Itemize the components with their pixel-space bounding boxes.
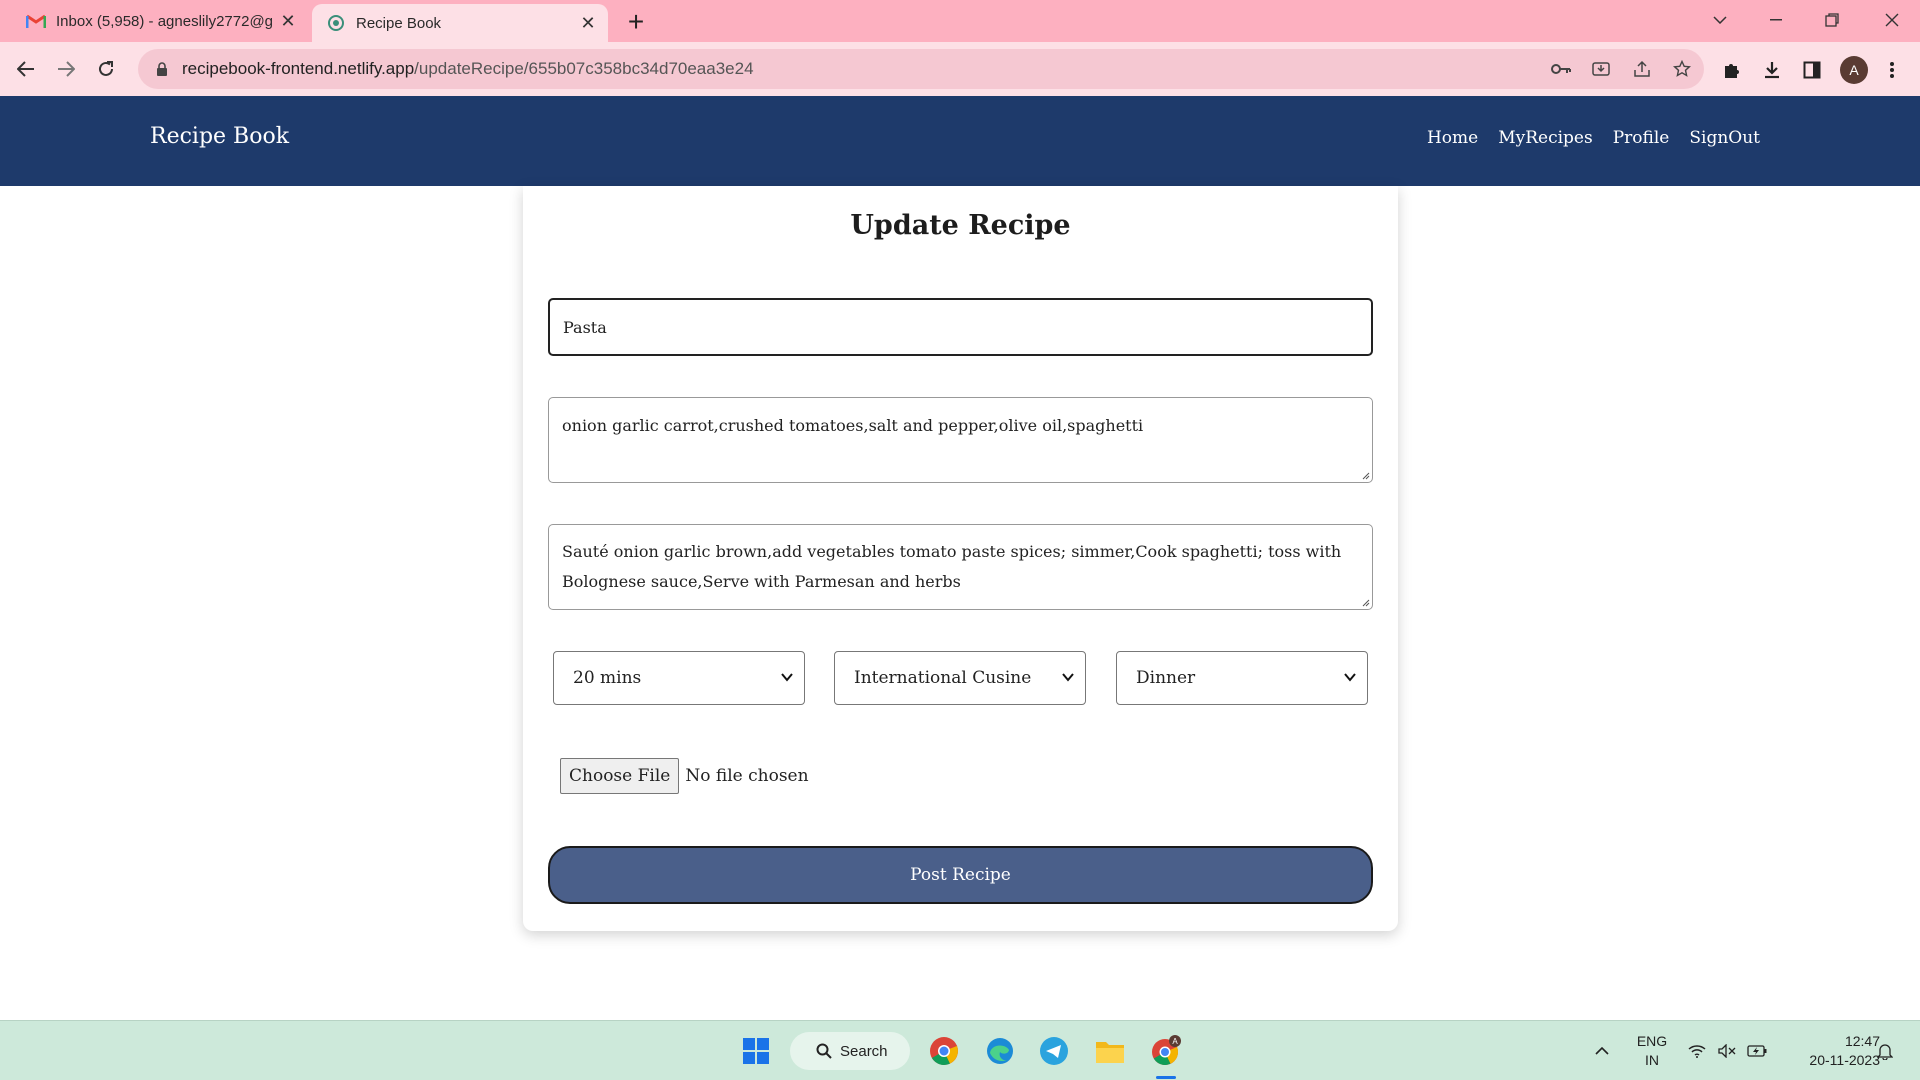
show-hidden-icons-chevron-icon[interactable] <box>1590 1021 1614 1080</box>
region-code: IN <box>1645 1052 1659 1068</box>
back-arrow-icon[interactable] <box>8 51 44 87</box>
cooking-time-select[interactable]: 20 mins <box>553 651 805 705</box>
tab-title: Recipe Book <box>356 14 442 32</box>
taskbar-search[interactable]: Search <box>790 1032 910 1070</box>
brand-logo-text[interactable]: Recipe Book <box>150 124 289 149</box>
language-indicator[interactable]: ENG IN <box>1632 1032 1672 1070</box>
clock-date: 20-11-2023 <box>1809 1052 1880 1068</box>
close-window-icon[interactable] <box>1866 0 1918 40</box>
clock-time: 12:47 <box>1844 1033 1880 1049</box>
tab-title: Inbox (5,958) - agneslily2772@g <box>56 12 274 30</box>
windows-start-icon[interactable] <box>736 1031 776 1071</box>
forward-arrow-icon[interactable] <box>48 51 84 87</box>
browser-tab-bar: Inbox (5,958) - agneslily2772@g ✕ Recipe… <box>0 0 1920 42</box>
lock-icon[interactable] <box>154 61 170 77</box>
meal-type-select[interactable]: Dinner <box>1116 651 1368 705</box>
new-tab-icon[interactable]: + <box>620 6 652 38</box>
browser-toolbar: recipebook-frontend.netlify.app/updateRe… <box>0 42 1920 96</box>
meal-type-value: Dinner <box>1136 668 1196 688</box>
share-icon[interactable] <box>1631 58 1653 80</box>
telegram-icon[interactable] <box>1034 1031 1074 1071</box>
chevron-down-icon <box>781 673 793 682</box>
close-icon[interactable]: ✕ <box>576 11 600 35</box>
install-app-icon[interactable] <box>1590 58 1612 80</box>
tab-search-chevron-icon[interactable] <box>1694 0 1746 40</box>
nav-links: Home MyRecipes Profile SignOut <box>1427 128 1760 148</box>
resize-grip-icon[interactable] <box>1360 597 1370 607</box>
language-code: ENG <box>1636 1033 1668 1049</box>
svg-text:A: A <box>1172 1037 1178 1046</box>
nav-link-myrecipes[interactable]: MyRecipes <box>1498 128 1593 148</box>
url-text: recipebook-frontend.netlify.app/updateRe… <box>182 59 754 78</box>
netlify-site-icon <box>326 13 346 33</box>
edge-icon[interactable] <box>980 1031 1020 1071</box>
image-file-input: Choose File No file chosen <box>560 758 809 794</box>
cuisine-select[interactable]: International Cusine <box>834 651 1086 705</box>
file-explorer-icon[interactable] <box>1090 1031 1130 1071</box>
steps-text: Sauté onion garlic brown,add vegetables … <box>562 542 1342 591</box>
choose-file-button[interactable]: Choose File <box>560 758 680 794</box>
close-icon[interactable]: ✕ <box>276 9 300 33</box>
chevron-down-icon <box>1344 673 1356 682</box>
file-status-text: No file chosen <box>685 766 809 786</box>
ingredients-textarea[interactable]: onion garlic carrot,crushed tomatoes,sal… <box>548 397 1373 483</box>
notification-bell-icon[interactable] <box>1874 1021 1896 1080</box>
system-clock[interactable]: 12:47 20-11-2023 <box>1780 1032 1880 1070</box>
app-navbar: Recipe Book Home MyRecipes Profile SignO… <box>0 96 1920 186</box>
bookmark-star-icon[interactable] <box>1671 58 1693 80</box>
wifi-icon[interactable] <box>1686 1021 1708 1080</box>
side-panel-icon[interactable] <box>1800 58 1824 82</box>
gmail-icon <box>26 11 46 31</box>
page-title: Update Recipe <box>850 210 1071 241</box>
profile-avatar[interactable]: A <box>1840 56 1868 84</box>
download-icon[interactable] <box>1760 58 1784 82</box>
windows-taskbar: Search A ENG IN 12:47 20-11-2023 <box>0 1020 1920 1080</box>
recipe-title-input[interactable]: Pasta <box>548 298 1373 356</box>
active-app-indicator <box>1156 1076 1176 1079</box>
tab-inbox[interactable]: Inbox (5,958) - agneslily2772@g ✕ <box>12 0 308 42</box>
steps-textarea[interactable]: Sauté onion garlic brown,add vegetables … <box>548 524 1373 610</box>
ingredients-text: onion garlic carrot,crushed tomatoes,sal… <box>562 416 1144 435</box>
chevron-down-icon <box>1062 673 1074 682</box>
more-menu-icon[interactable] <box>1880 58 1904 82</box>
chrome-icon[interactable] <box>924 1031 964 1071</box>
search-icon <box>816 1043 832 1059</box>
nav-link-signout[interactable]: SignOut <box>1689 128 1760 148</box>
nav-link-home[interactable]: Home <box>1427 128 1478 148</box>
extensions-puzzle-icon[interactable] <box>1720 58 1744 82</box>
tab-recipe-book[interactable]: Recipe Book ✕ <box>312 4 608 42</box>
address-bar[interactable]: recipebook-frontend.netlify.app/updateRe… <box>138 49 1704 89</box>
cooking-time-value: 20 mins <box>573 668 642 688</box>
reload-icon[interactable] <box>88 51 124 87</box>
minimize-icon[interactable] <box>1750 0 1802 40</box>
taskbar-search-label: Search <box>840 1042 888 1060</box>
cuisine-value: International Cusine <box>854 668 1032 688</box>
chrome-profile-icon[interactable]: A <box>1146 1031 1186 1071</box>
volume-muted-icon[interactable] <box>1716 1021 1738 1080</box>
update-recipe-card: Update Recipe Pasta onion garlic carrot,… <box>523 186 1398 931</box>
key-icon[interactable] <box>1550 58 1572 80</box>
restore-icon[interactable] <box>1806 0 1858 40</box>
post-recipe-button[interactable]: Post Recipe <box>548 846 1373 904</box>
battery-charging-icon[interactable] <box>1746 1021 1768 1080</box>
resize-grip-icon[interactable] <box>1360 470 1370 480</box>
nav-link-profile[interactable]: Profile <box>1613 128 1670 148</box>
